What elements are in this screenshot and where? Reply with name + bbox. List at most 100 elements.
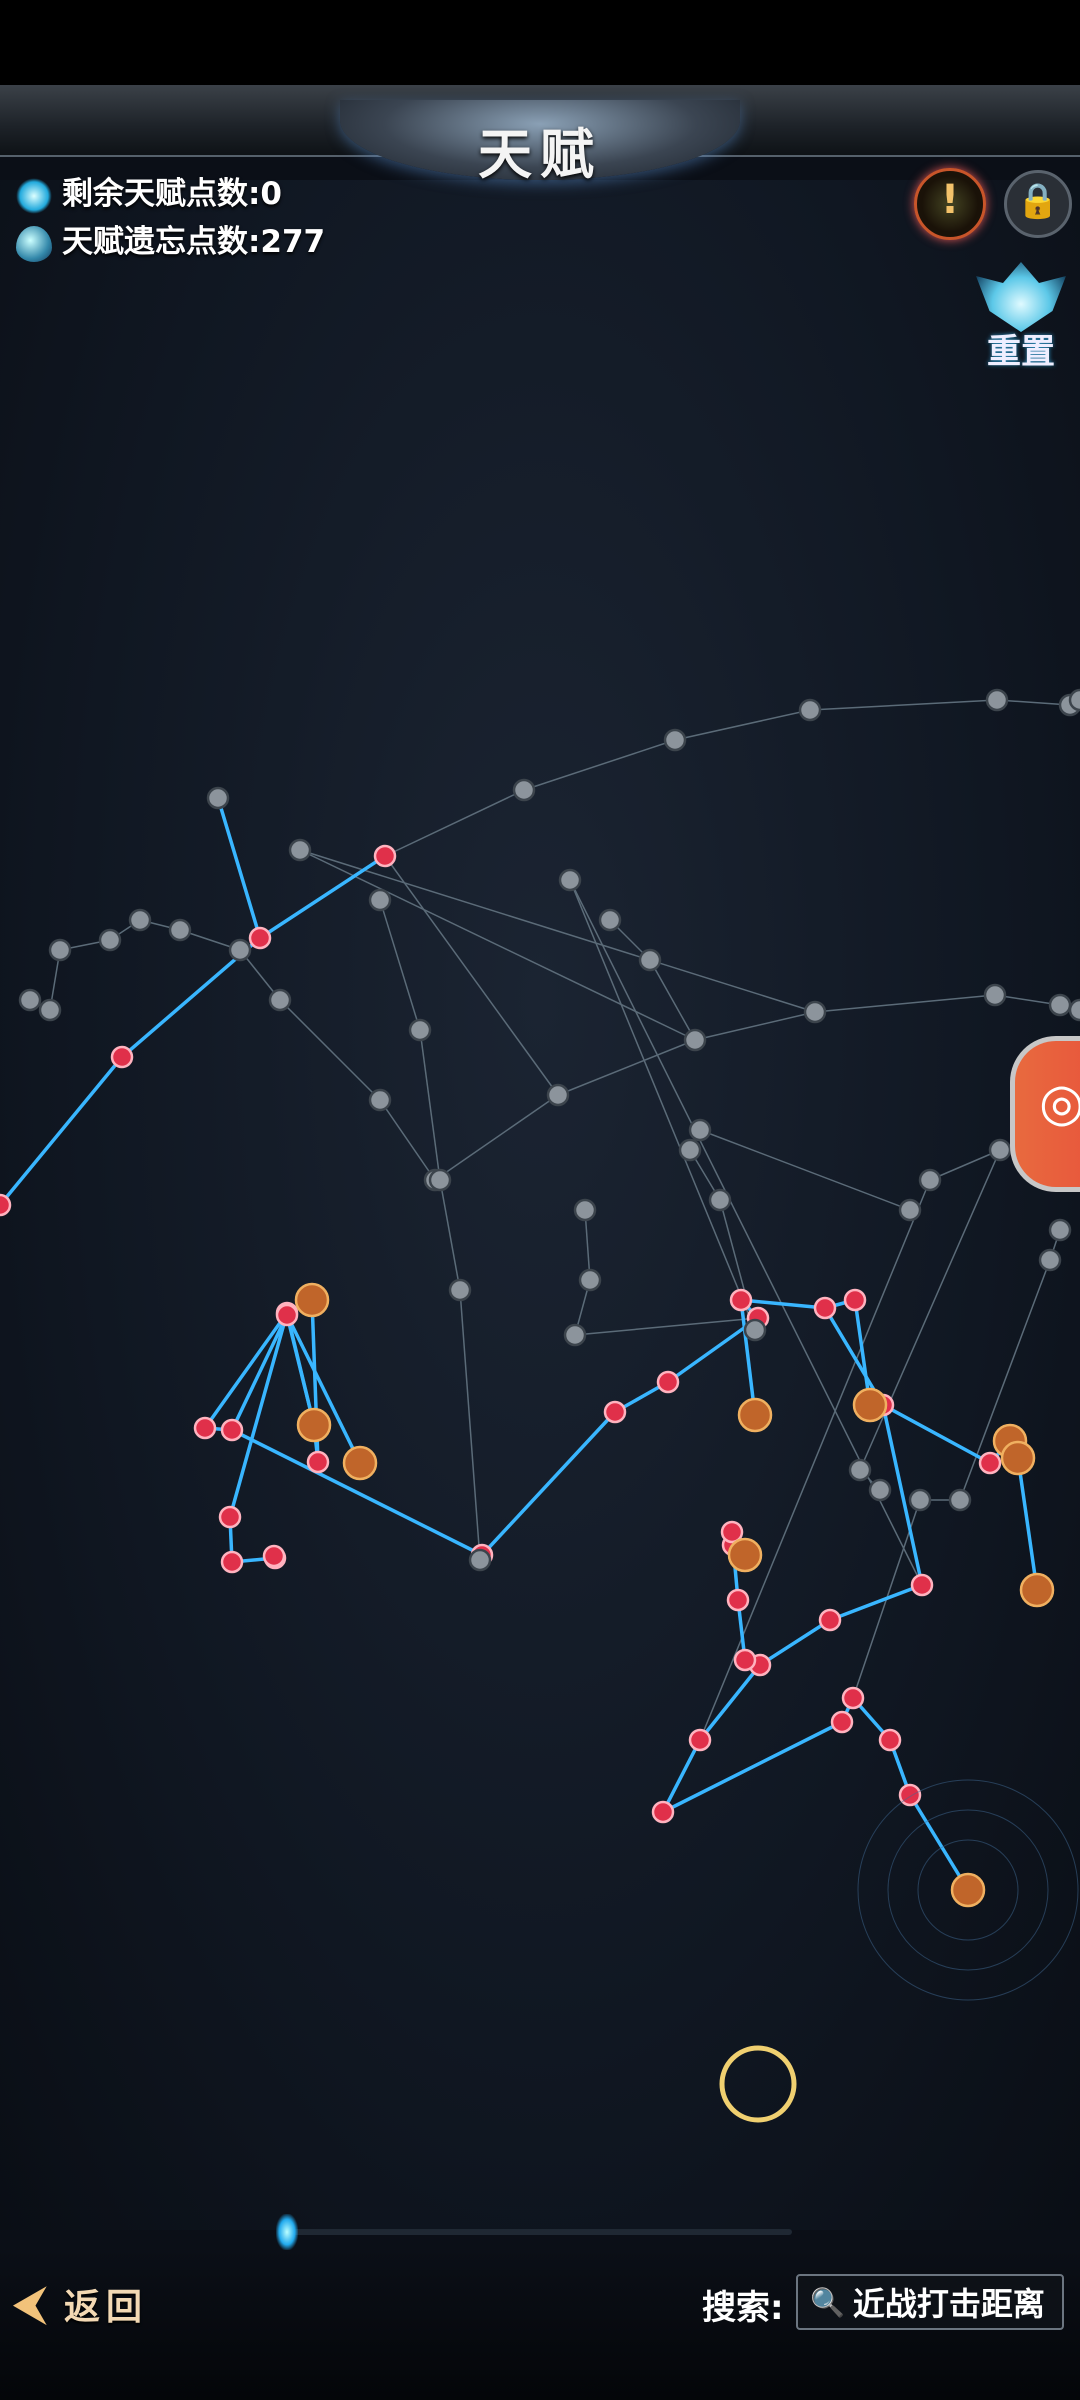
talent-node-inactive[interactable] xyxy=(573,1198,597,1222)
search-highlight-ring[interactable] xyxy=(719,2045,797,2123)
talent-node-inactive[interactable] xyxy=(983,983,1007,1007)
talent-node-inactive[interactable] xyxy=(168,918,192,942)
talent-node-active[interactable] xyxy=(898,1783,922,1807)
talent-node-active[interactable] xyxy=(726,1588,750,1612)
help-button[interactable]: ! xyxy=(914,168,986,240)
talent-node-active[interactable] xyxy=(729,1288,753,1312)
screen-record-button[interactable]: ◎ xyxy=(1010,1036,1080,1192)
talent-node-active[interactable] xyxy=(218,1505,242,1529)
talent-node-inactive[interactable] xyxy=(848,1458,872,1482)
talent-node-special[interactable] xyxy=(1019,1572,1055,1608)
talent-node-special[interactable] xyxy=(342,1445,378,1481)
talent-link-inactive xyxy=(279,999,381,1101)
talent-node-inactive[interactable] xyxy=(708,1188,732,1212)
talent-node-active[interactable] xyxy=(373,844,397,868)
talent-node-inactive[interactable] xyxy=(368,888,392,912)
talent-node-active[interactable] xyxy=(813,1296,837,1320)
talent-node-inactive[interactable] xyxy=(798,698,822,722)
talent-node-inactive[interactable] xyxy=(898,1198,922,1222)
talent-node-inactive[interactable] xyxy=(908,1488,932,1512)
talent-node-active[interactable] xyxy=(843,1288,867,1312)
talent-node-active[interactable] xyxy=(878,1728,902,1752)
talent-node-active[interactable] xyxy=(656,1370,680,1394)
talent-node-special[interactable] xyxy=(294,1282,330,1318)
talent-node-inactive[interactable] xyxy=(1038,1248,1062,1272)
talent-node-inactive[interactable] xyxy=(638,948,662,972)
talent-node-inactive[interactable] xyxy=(18,988,42,1012)
talent-node-inactive[interactable] xyxy=(1048,993,1072,1017)
talent-node-special[interactable] xyxy=(296,1407,332,1443)
talent-node-inactive[interactable] xyxy=(598,908,622,932)
talent-node-inactive[interactable] xyxy=(228,938,252,962)
talent-node-active[interactable] xyxy=(220,1550,244,1574)
talent-link-inactive xyxy=(699,1129,911,1211)
talent-node-active[interactable] xyxy=(910,1573,934,1597)
talent-node-active[interactable] xyxy=(248,926,272,950)
talent-link-active xyxy=(216,797,262,939)
talent-node-active[interactable] xyxy=(733,1648,757,1672)
talent-map[interactable] xyxy=(0,180,1080,2230)
talent-node-inactive[interactable] xyxy=(206,786,230,810)
back-button[interactable]: ⮜ 返回 xyxy=(14,2278,148,2330)
talent-node-inactive[interactable] xyxy=(98,928,122,952)
talent-node-inactive[interactable] xyxy=(448,1278,472,1302)
talent-node-inactive[interactable] xyxy=(743,1318,767,1342)
talent-node-inactive[interactable] xyxy=(663,728,687,752)
talent-node-active[interactable] xyxy=(603,1400,627,1424)
talent-node-inactive[interactable] xyxy=(558,868,582,892)
search-input[interactable]: 🔍 近战打击距离 xyxy=(796,2274,1064,2330)
talent-node-active[interactable] xyxy=(830,1710,854,1734)
talent-node-inactive[interactable] xyxy=(988,1138,1012,1162)
talent-node-active[interactable] xyxy=(193,1416,217,1440)
talent-node-inactive[interactable] xyxy=(128,908,152,932)
talent-node-active[interactable] xyxy=(110,1045,134,1069)
lock-button[interactable]: 🔒 xyxy=(1004,170,1072,238)
talent-node-inactive[interactable] xyxy=(948,1488,972,1512)
talent-node-inactive[interactable] xyxy=(48,938,72,962)
talent-node-inactive[interactable] xyxy=(1068,688,1080,712)
talent-node-inactive[interactable] xyxy=(918,1168,942,1192)
zoom-slider-thumb[interactable] xyxy=(276,2214,298,2250)
talent-node-inactive[interactable] xyxy=(803,1000,827,1024)
talent-node-inactive[interactable] xyxy=(428,1168,452,1192)
talent-node-inactive[interactable] xyxy=(38,998,62,1022)
talent-link-active xyxy=(882,1403,991,1465)
talent-node-inactive[interactable] xyxy=(468,1548,492,1572)
talent-node-inactive[interactable] xyxy=(985,688,1009,712)
talent-node-active[interactable] xyxy=(262,1544,286,1568)
talent-node-inactive[interactable] xyxy=(1068,998,1080,1022)
talent-node-special[interactable] xyxy=(737,1397,773,1433)
talent-node-inactive[interactable] xyxy=(368,1088,392,1112)
talent-node-inactive[interactable] xyxy=(563,1323,587,1347)
forget-points: 天赋遗忘点数:277 xyxy=(16,216,325,262)
talent-node-inactive[interactable] xyxy=(683,1028,707,1052)
talent-node-active[interactable] xyxy=(0,1193,12,1217)
zoom-slider-track[interactable] xyxy=(286,2229,792,2235)
talent-node-special[interactable] xyxy=(950,1872,986,1908)
talent-node-active[interactable] xyxy=(306,1450,330,1474)
reset-button[interactable]: 重置 xyxy=(966,262,1076,372)
talent-node-inactive[interactable] xyxy=(408,1018,432,1042)
talent-node-special[interactable] xyxy=(1000,1440,1036,1476)
talent-node-active[interactable] xyxy=(818,1608,842,1632)
talent-node-inactive[interactable] xyxy=(688,1118,712,1142)
talent-node-inactive[interactable] xyxy=(546,1083,570,1107)
talent-node-special[interactable] xyxy=(852,1387,888,1423)
talent-node-active[interactable] xyxy=(841,1686,865,1710)
talent-node-inactive[interactable] xyxy=(288,838,312,862)
talent-tree-graph[interactable] xyxy=(0,180,1080,2230)
talent-node-special[interactable] xyxy=(727,1537,763,1573)
talent-node-active[interactable] xyxy=(220,1418,244,1442)
talent-node-inactive[interactable] xyxy=(512,778,536,802)
talent-node-inactive[interactable] xyxy=(678,1138,702,1162)
talent-node-inactive[interactable] xyxy=(268,988,292,1012)
talent-link-inactive xyxy=(384,855,559,1096)
talent-node-active[interactable] xyxy=(275,1303,299,1327)
talent-node-inactive[interactable] xyxy=(868,1478,892,1502)
exclamation-icon: ! xyxy=(940,177,960,223)
talent-node-active[interactable] xyxy=(651,1800,675,1824)
talent-node-active[interactable] xyxy=(688,1728,712,1752)
talent-node-inactive[interactable] xyxy=(578,1268,602,1292)
talent-node-inactive[interactable] xyxy=(1048,1218,1072,1242)
talent-node-active[interactable] xyxy=(978,1451,1002,1475)
